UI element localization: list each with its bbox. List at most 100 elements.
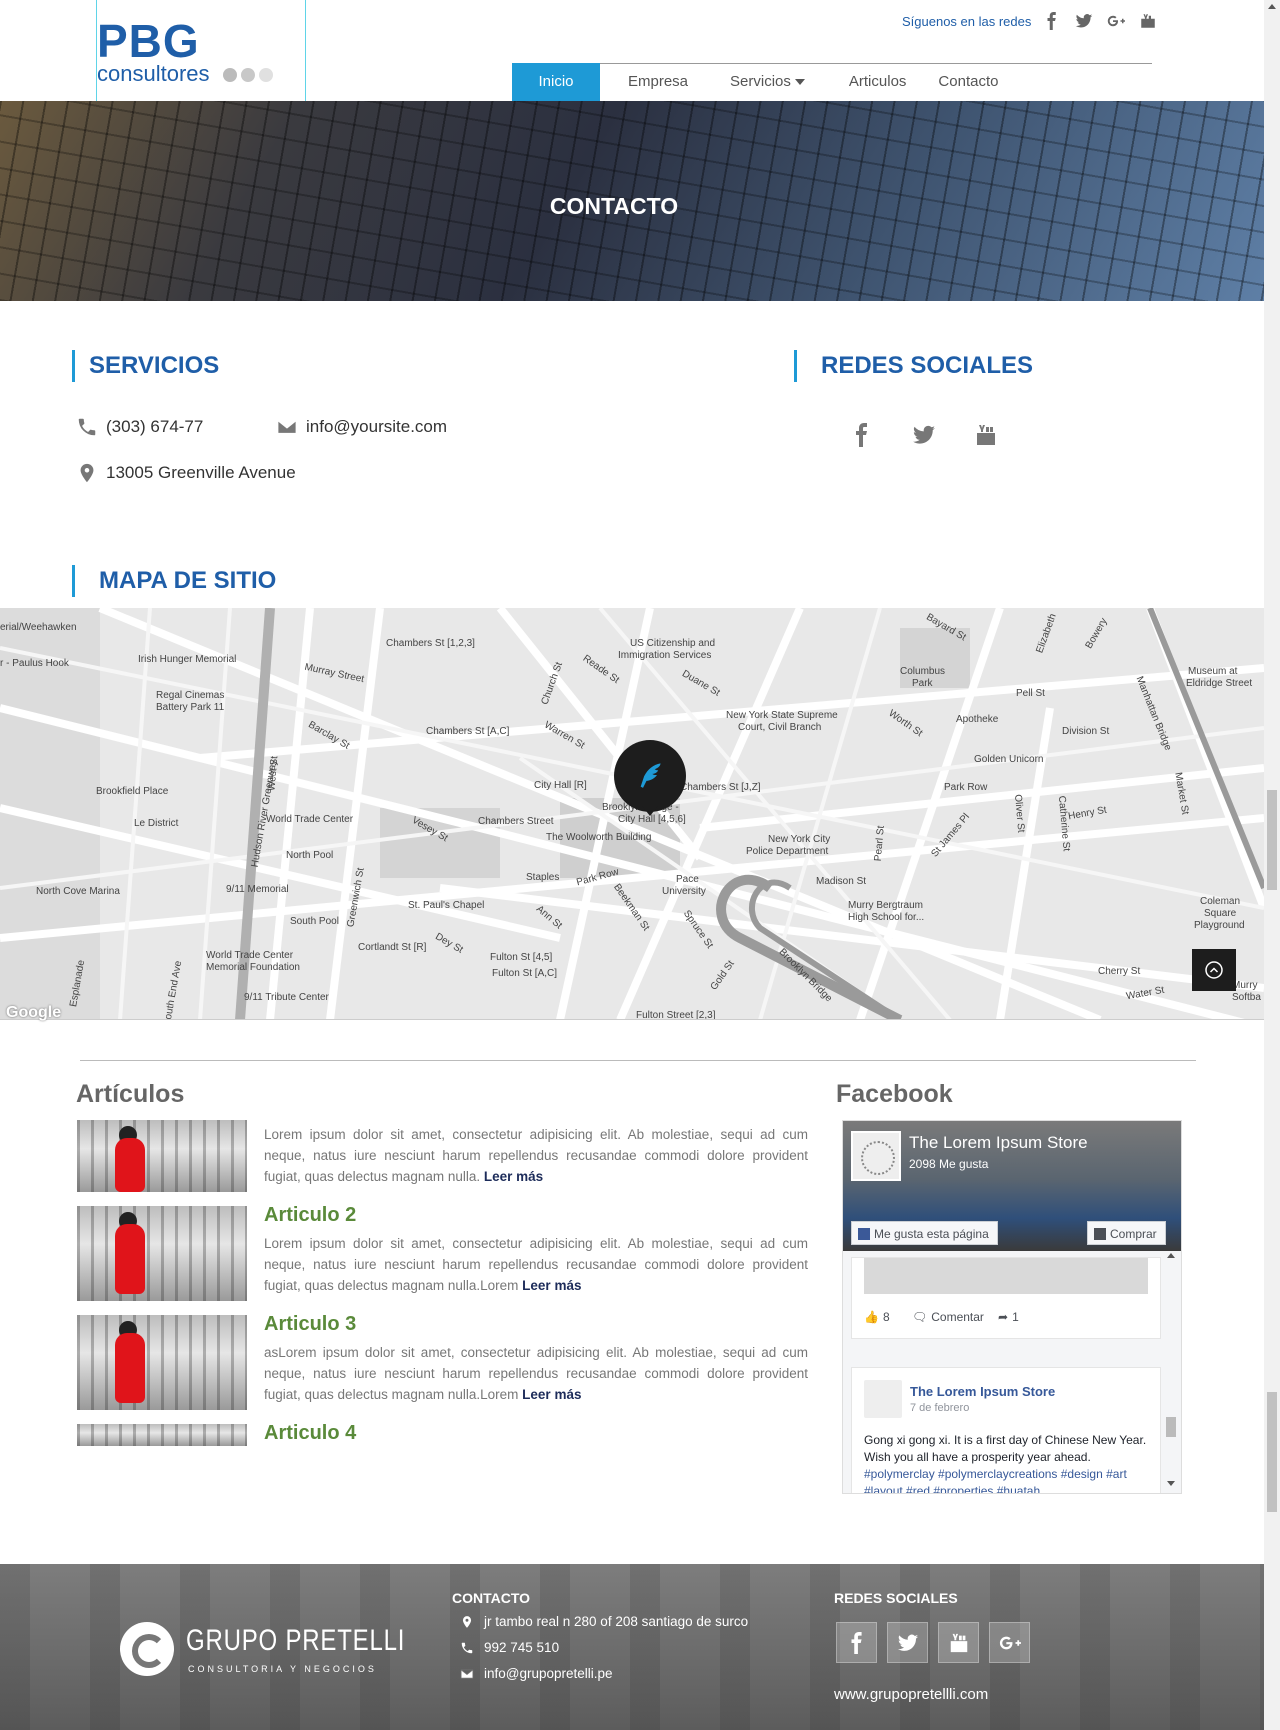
map-label: Irish Hunger Memorial	[138, 654, 237, 665]
facebook-page-widget: The Lorem Ipsum Store 2098 Me gusta Me g…	[842, 1120, 1182, 1494]
fb-share-count[interactable]: ➦ 1	[998, 1310, 1019, 1324]
article-title[interactable]: Articulo 3	[264, 1313, 356, 1336]
map-label: Cortlandt St [R]	[358, 942, 427, 953]
facebook-icon[interactable]	[1043, 12, 1061, 30]
map-label: Chambers St [J,Z]	[680, 782, 761, 793]
map-label: Division St	[1062, 726, 1110, 737]
map-label: St. Paul's Chapel	[408, 900, 485, 911]
map-label: Regal Cinemas	[156, 690, 225, 701]
facebook-icon[interactable]	[850, 422, 874, 448]
google-plus-icon[interactable]	[989, 1622, 1030, 1663]
facebook-icon[interactable]	[836, 1622, 877, 1663]
fb-post: 👍 8 🗨 Comentar ➦ 1	[851, 1257, 1161, 1339]
nav-contacto[interactable]: Contacto	[922, 63, 1014, 101]
fb-likes-count: 2098 Me gusta	[909, 1157, 989, 1171]
fb-like-button[interactable]: Me gusta esta página	[851, 1221, 998, 1245]
article-excerpt: Lorem ipsum dolor sit amet, consectetur …	[264, 1233, 808, 1296]
map-label: r - Paulus Hook	[0, 658, 69, 669]
youtube-icon[interactable]	[938, 1622, 979, 1663]
address-text: 13005 Greenville Avenue	[106, 463, 296, 482]
phone-row: (303) 674-77	[76, 416, 203, 438]
map-label: Brookfield Place	[96, 786, 169, 797]
envelope-icon	[460, 1669, 474, 1678]
phone-icon	[78, 418, 96, 436]
map-label: Square	[1204, 908, 1237, 919]
email-row[interactable]: info@yoursite.com	[276, 416, 447, 438]
map-label: North Cove Marina	[36, 886, 120, 897]
fb-post-author[interactable]: The Lorem Ipsum Store	[910, 1384, 1055, 1399]
page-scrollbar[interactable]	[1264, 0, 1280, 1730]
read-more-link[interactable]: Leer más	[522, 1387, 581, 1402]
location-pin-icon	[462, 1615, 472, 1628]
read-more-link[interactable]: Leer más	[522, 1278, 581, 1293]
map-label: Madison St	[816, 876, 867, 887]
caret-down-icon	[794, 79, 805, 86]
nav-articulos[interactable]: Articulos	[821, 63, 923, 101]
article-thumbnail[interactable]	[77, 1315, 247, 1410]
logo[interactable]: PBG consultores	[96, 0, 306, 101]
map-label: 9/11 Tribute Center	[244, 992, 329, 1003]
scrollbar-thumb[interactable]	[1267, 790, 1277, 890]
fb-page-avatar[interactable]	[851, 1131, 901, 1181]
twitter-icon[interactable]	[912, 422, 936, 448]
map-label: Playground	[1194, 920, 1245, 931]
footer-address: jr tambo real n 280 of 208 santiago de s…	[460, 1614, 748, 1629]
servicios-title: SERVICIOS	[72, 350, 219, 382]
map-label: New York City	[768, 834, 831, 845]
twitter-icon[interactable]	[887, 1622, 928, 1663]
article-thumbnail[interactable]	[77, 1424, 247, 1446]
article-title[interactable]: Articulo 4	[264, 1422, 356, 1445]
scrollbar-thumb[interactable]	[1267, 1392, 1277, 1512]
article-title[interactable]: Articulo 2	[264, 1204, 356, 1227]
map-label: South Pool	[290, 916, 339, 927]
google-map[interactable]: Chambers St [1,2,3] US Citizenship and I…	[0, 608, 1264, 1020]
main-nav: Inicio Empresa Servicios Articulos Conta…	[512, 63, 1014, 101]
map-label: Park Row	[944, 782, 988, 793]
footer-brand: GRUPO PRETELLI	[186, 1624, 406, 1657]
footer-social-icons	[836, 1622, 1030, 1663]
nav-servicios[interactable]: Servicios	[716, 63, 821, 101]
footer-contacto-title: CONTACTO	[452, 1590, 531, 1606]
nav-label: Contacto	[938, 73, 999, 90]
back-to-top-button[interactable]	[1192, 949, 1236, 991]
logo-sub-text: consultores	[97, 61, 210, 86]
fb-scrollbar[interactable]	[1163, 1253, 1179, 1493]
fb-post-text: Gong xi gong xi. It is a first day of Ch…	[864, 1432, 1154, 1493]
nav-inicio[interactable]: Inicio	[512, 63, 600, 101]
map-label: Court, Civil Branch	[738, 722, 822, 733]
google-plus-icon[interactable]	[1107, 12, 1126, 30]
read-more-link[interactable]: Leer más	[484, 1169, 543, 1184]
article-thumbnail[interactable]	[77, 1206, 247, 1301]
map-label: Museum at	[1188, 666, 1238, 677]
google-logo: Google	[6, 1004, 62, 1021]
chevron-up-icon	[1205, 961, 1223, 979]
fb-post-body: Gong xi gong xi. It is a first day of Ch…	[864, 1433, 1147, 1464]
map-label: Softba	[1232, 992, 1261, 1003]
fb-post-avatar[interactable]	[864, 1380, 902, 1418]
fb-comment-button[interactable]: 🗨 Comentar	[912, 1310, 984, 1324]
map-label: Pace	[676, 874, 699, 885]
twitter-icon[interactable]	[1075, 12, 1093, 30]
articulos-title: Artículos	[76, 1080, 185, 1108]
footer-website[interactable]: www.grupopretellli.com	[834, 1686, 988, 1703]
footer-redes-title: REDES SOCIALES	[834, 1590, 958, 1606]
fb-buy-button[interactable]: Comprar	[1087, 1221, 1166, 1245]
shopping-bag-icon	[1094, 1228, 1106, 1240]
youtube-icon[interactable]	[1139, 12, 1157, 30]
fb-post-tags[interactable]: #polymerclay #polymerclaycreations #desi…	[864, 1467, 1127, 1493]
article-thumbnail[interactable]	[77, 1120, 247, 1192]
map-label: Police Department	[746, 846, 829, 857]
map-label: Fulton Street [2,3]	[636, 1010, 716, 1020]
map-label: Park	[912, 678, 933, 689]
quill-icon	[640, 763, 661, 788]
footer-phone-text: 992 745 510	[484, 1640, 560, 1655]
map-marker[interactable]	[614, 740, 686, 816]
article-excerpt: Lorem ipsum dolor sit amet, consectetur …	[264, 1124, 808, 1187]
fb-page-name[interactable]: The Lorem Ipsum Store	[909, 1133, 1088, 1153]
fb-post-date[interactable]: 7 de febrero	[910, 1402, 969, 1414]
nav-empresa[interactable]: Empresa	[600, 63, 716, 101]
fb-like-count[interactable]: 👍 8	[864, 1310, 890, 1324]
map-label: erial/Weehawken	[0, 622, 77, 633]
youtube-icon[interactable]	[974, 422, 998, 448]
footer-email[interactable]: info@grupopretelli.pe	[460, 1666, 613, 1681]
